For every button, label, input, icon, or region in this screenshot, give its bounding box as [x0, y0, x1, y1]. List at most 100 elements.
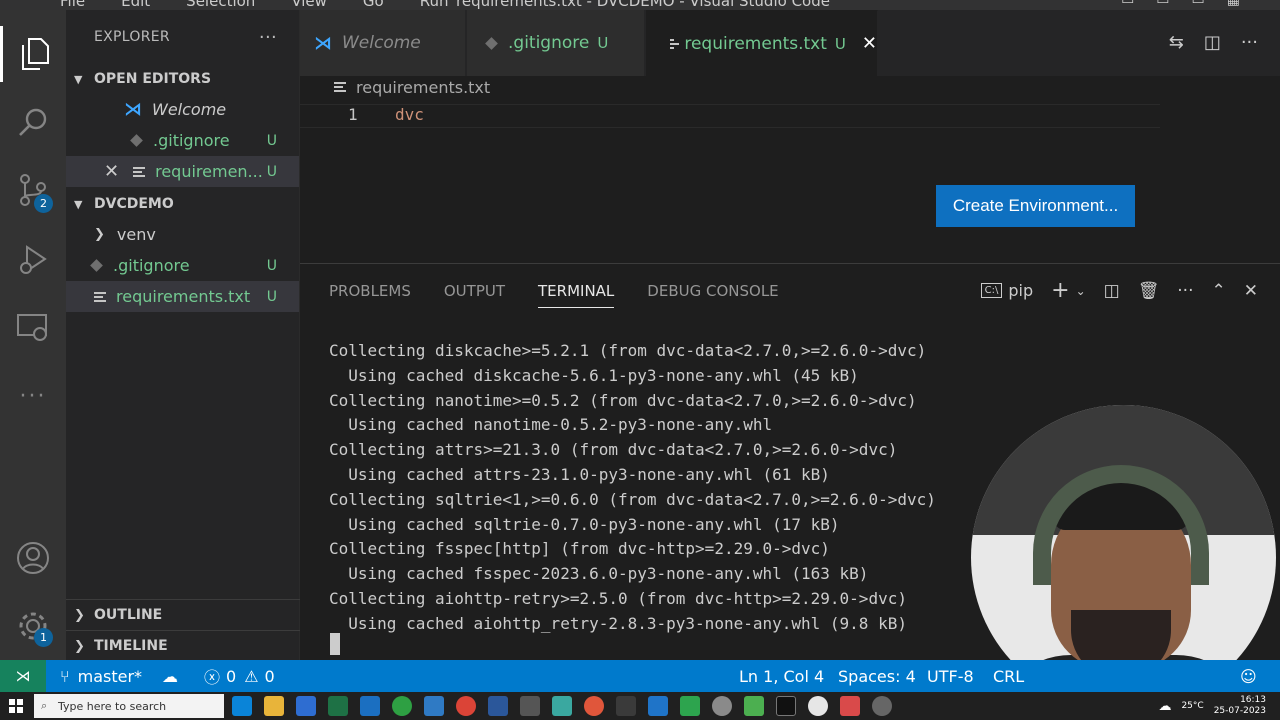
split-editor-icon[interactable]: ◫ — [1204, 32, 1221, 53]
chrome-icon[interactable] — [456, 696, 476, 716]
explorer-more-icon[interactable]: ··· — [259, 27, 277, 48]
app-red-icon[interactable] — [840, 696, 860, 716]
breadcrumb-file[interactable]: requirements.txt — [356, 78, 490, 97]
vscode-logo-icon: ⋊ — [124, 99, 142, 120]
tab-debug-console[interactable]: DEBUG CONSOLE — [647, 274, 778, 308]
terminal-output[interactable]: Collecting diskcache>=5.2.1 (from dvc-da… — [329, 339, 936, 637]
tab-output[interactable]: OUTPUT — [444, 274, 505, 308]
close-tab-icon[interactable]: ✕ — [862, 33, 877, 54]
vscode-taskbar-icon[interactable] — [424, 696, 444, 716]
window-title: requirements.txt - DVCDEMO - Visual Stud… — [456, 0, 830, 10]
search-icon: ⌕ — [41, 699, 48, 712]
source-control-activity[interactable]: 2 — [0, 162, 66, 218]
clock-time: 16:13 — [1240, 695, 1266, 705]
app-circle-icon[interactable] — [712, 696, 732, 716]
menu-view[interactable]: View — [291, 0, 327, 10]
clock[interactable]: 16:13 25-07-2023 — [1214, 695, 1266, 717]
app-green-icon[interactable] — [392, 696, 412, 716]
taskbar-search[interactable]: ⌕ Type here to search — [34, 694, 224, 718]
chevron-down-icon[interactable]: ⌄ — [1076, 284, 1086, 298]
remote-explorer-activity[interactable] — [0, 300, 66, 356]
breadcrumb[interactable]: requirements.txt — [334, 76, 490, 98]
tree-item[interactable]: requirements.txt U — [66, 281, 299, 312]
sync-icon[interactable]: ☁ — [162, 660, 178, 692]
open-editor-item[interactable]: .gitignore U — [66, 125, 299, 156]
app-blue-icon[interactable] — [648, 696, 668, 716]
feedback-icon[interactable]: ☺ — [1240, 660, 1257, 692]
tree-item[interactable]: .gitignore U — [66, 250, 299, 281]
remote-indicator-icon[interactable]: ⋊ — [0, 660, 46, 692]
app-gray-icon[interactable] — [520, 696, 540, 716]
menu-selection[interactable]: Selection — [186, 0, 255, 10]
app-green2-icon[interactable] — [744, 696, 764, 716]
customize-layout-icon[interactable]: ▦ — [1227, 0, 1240, 8]
encoding[interactable]: UTF-8 — [927, 660, 974, 692]
open-editors-section[interactable]: ▼ OPEN EDITORS — [66, 64, 299, 94]
menu-edit[interactable]: Edit — [121, 0, 150, 10]
outline-section[interactable]: ❯ OUTLINE — [66, 599, 300, 630]
more-actions-icon[interactable]: ··· — [1241, 32, 1258, 53]
explorer-activity[interactable] — [0, 26, 66, 82]
word-icon[interactable] — [488, 696, 508, 716]
weather-temp[interactable]: 25°C — [1181, 701, 1203, 711]
terminal-line: Using cached sqltrie-0.7.0-py3-none-any.… — [329, 514, 840, 534]
edge-icon[interactable] — [232, 696, 252, 716]
timeline-section[interactable]: ❯ TIMELINE — [66, 630, 300, 661]
tree-item[interactable]: ❯ venv — [66, 219, 299, 250]
menu-go[interactable]: Go — [363, 0, 384, 10]
end-of-line[interactable]: CRL — [993, 660, 1024, 692]
git-file-icon — [90, 259, 103, 272]
cursor-position[interactable]: Ln 1, Col 4 — [739, 660, 824, 692]
more-activity-icon[interactable]: ··· — [0, 368, 66, 424]
maximize-panel-icon[interactable]: ⌃ — [1212, 281, 1226, 301]
layout-panel-icon[interactable]: ▭ — [1156, 0, 1169, 8]
git-file-icon — [130, 134, 143, 147]
mail-icon[interactable] — [360, 696, 380, 716]
settings-taskbar-icon[interactable] — [808, 696, 828, 716]
terminal-shell-selector[interactable]: C:\ pip — [980, 281, 1034, 300]
close-panel-icon[interactable]: ✕ — [1244, 281, 1258, 301]
tab-problems[interactable]: PROBLEMS — [329, 274, 411, 308]
indentation[interactable]: Spaces: 4 — [838, 660, 916, 692]
tab-gitignore[interactable]: .gitignore U — [467, 10, 645, 76]
tab-welcome[interactable]: ⋊ Welcome — [300, 10, 466, 76]
create-environment-button[interactable]: Create Environment... — [936, 185, 1135, 227]
app-play-icon[interactable] — [680, 696, 700, 716]
trash-icon[interactable]: 🗑 — [1138, 281, 1160, 301]
new-terminal-icon[interactable]: + — [1051, 278, 1069, 303]
status-bar: ⋊ ⑂ master* ☁ ⓧ 0 ⚠ 0 Ln 1, Col 4 Spaces… — [0, 660, 1280, 692]
run-debug-activity[interactable] — [0, 232, 66, 288]
file-explorer-icon[interactable] — [264, 696, 284, 716]
accounts-activity[interactable] — [0, 530, 66, 586]
menu-file[interactable]: File — [60, 0, 85, 10]
tab-requirements[interactable]: requirements.txt U ✕ — [646, 10, 878, 76]
search-activity[interactable] — [0, 94, 66, 150]
excel-icon[interactable] — [328, 696, 348, 716]
split-terminal-icon[interactable]: ◫ — [1104, 281, 1120, 301]
terminal-line: Collecting diskcache>=5.2.1 (from dvc-da… — [329, 341, 927, 360]
code-line[interactable]: dvc — [395, 105, 424, 124]
terminal-shell-name: pip — [1008, 281, 1034, 300]
more-actions-icon[interactable]: ··· — [1177, 281, 1193, 301]
windows-start-icon[interactable] — [9, 699, 23, 713]
taskbar-apps — [232, 696, 892, 716]
cmd-icon[interactable] — [776, 696, 796, 716]
open-editor-item[interactable]: ✕ requiremen... U — [66, 156, 299, 187]
branch-indicator[interactable]: ⑂ master* — [60, 660, 142, 692]
open-changes-icon[interactable]: ⇆ — [1169, 32, 1184, 53]
app-teal-icon[interactable] — [552, 696, 572, 716]
terminal-taskbar-icon[interactable] — [616, 696, 636, 716]
settings-activity[interactable]: 1 — [0, 598, 66, 654]
store-icon[interactable] — [296, 696, 316, 716]
problems-indicator[interactable]: ⓧ 0 ⚠ 0 — [204, 660, 275, 692]
app-dark-icon[interactable] — [872, 696, 892, 716]
tab-terminal[interactable]: TERMINAL — [538, 274, 615, 308]
chrome-alt-icon[interactable] — [584, 696, 604, 716]
terminal-line: Using cached attrs-23.1.0-py3-none-any.w… — [329, 464, 830, 484]
open-editor-item[interactable]: ⋊ Welcome — [66, 94, 299, 125]
layout-sidebar-icon[interactable]: ▭ — [1121, 0, 1134, 8]
layout-secondary-icon[interactable]: ▭ — [1192, 0, 1205, 8]
workspace-section[interactable]: ▼ DVCDEMO — [66, 189, 299, 219]
close-icon[interactable]: ✕ — [104, 161, 119, 182]
menu-run[interactable]: Run — [420, 0, 449, 10]
